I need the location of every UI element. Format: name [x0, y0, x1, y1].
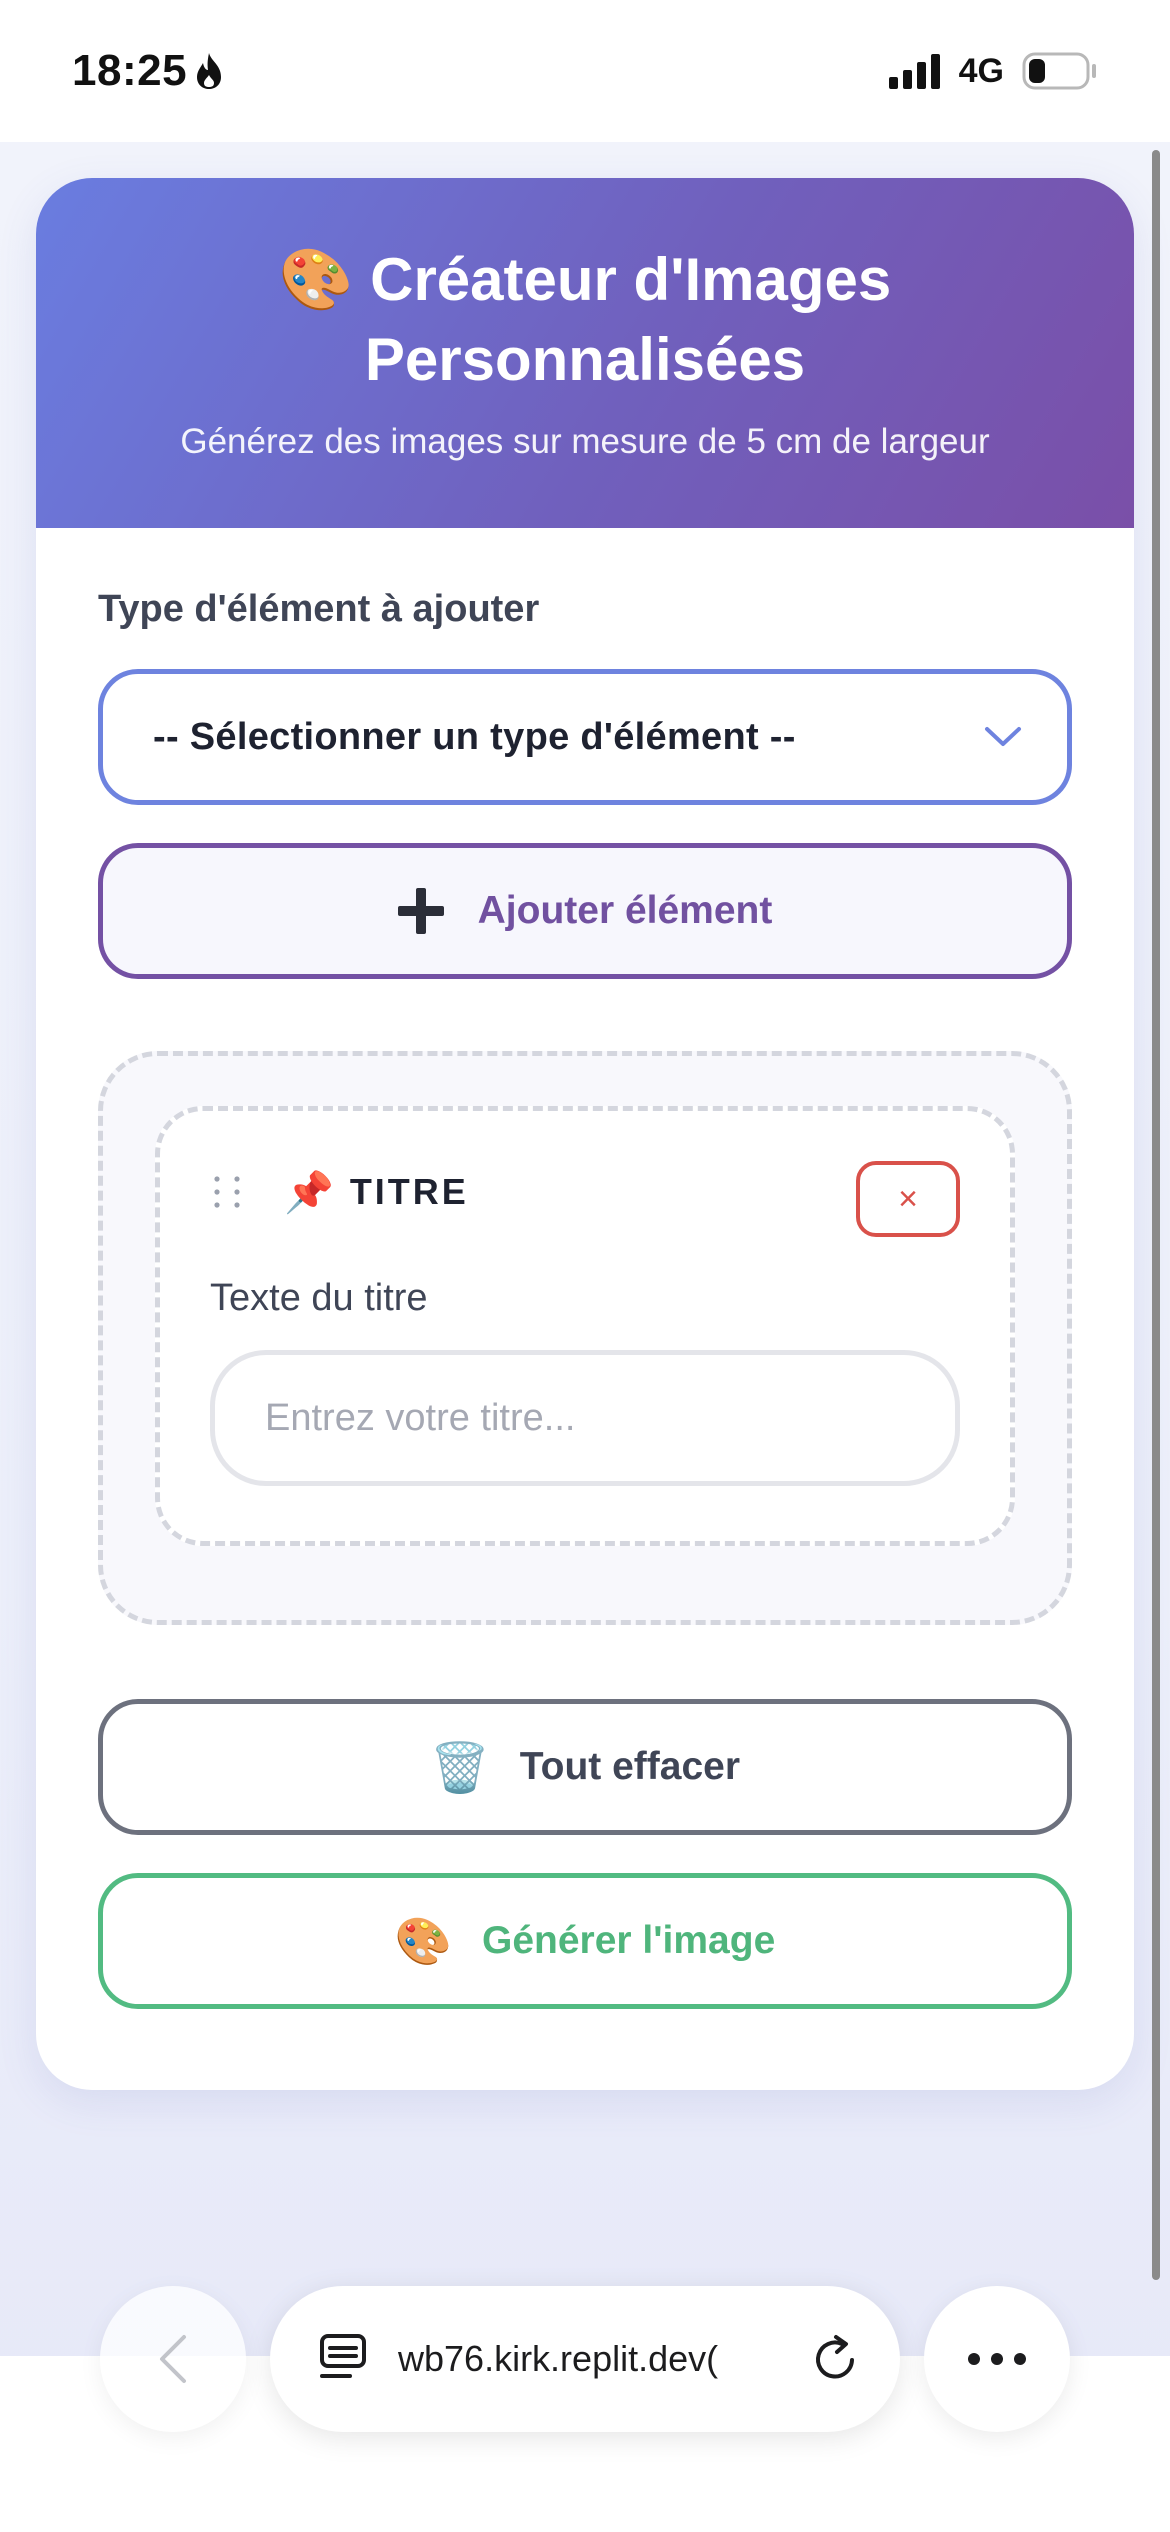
element-type-selected: -- Sélectionner un type d'élément -- — [153, 715, 796, 758]
signal-icon — [888, 54, 940, 89]
pin-icon: 📌 — [284, 1170, 334, 1215]
generate-image-label: Générer l'image — [482, 1919, 776, 1962]
page-title: 🎨 Créateur d'Images Personnalisées — [278, 246, 892, 393]
status-right: 4G — [888, 51, 1098, 91]
palette-icon: 🎨 — [394, 1914, 453, 1967]
drag-handle-icon[interactable] — [210, 1174, 244, 1210]
url-text: )wb76.kirk.replit.dev — [398, 2338, 719, 2379]
close-icon: × — [898, 1179, 918, 1218]
back-arrow-icon — [160, 2335, 186, 2383]
network-label: 4G — [958, 51, 1004, 90]
flame-icon — [197, 53, 222, 89]
back-button[interactable] — [100, 2286, 246, 2432]
creator-card: 🎨 Créateur d'Images Personnalisées Génér… — [36, 178, 1134, 2090]
card-body: Type d'élément à ajouter -- Sélectionner… — [36, 528, 1134, 2009]
add-element-button[interactable]: Ajouter élément — [98, 843, 1072, 979]
title-text-input[interactable] — [210, 1350, 960, 1486]
element-header: 📌 TITRE — [210, 1159, 960, 1225]
page-subtitle: Générez des images sur mesure de 5 cm de… — [180, 422, 990, 461]
element-item-title: 📌 TITRE × Texte du titre — [155, 1106, 1015, 1546]
url-bar[interactable]: )wb76.kirk.replit.dev — [270, 2286, 900, 2432]
remove-element-button[interactable]: × — [856, 1161, 960, 1237]
status-time: 18:25 — [72, 46, 188, 95]
element-type-label: Type d'élément à ajouter — [98, 588, 540, 630]
trash-icon: 🗑️ — [429, 1741, 490, 1795]
clear-all-button[interactable]: 🗑️ Tout effacer — [98, 1699, 1072, 1835]
more-icon — [968, 2353, 1026, 2365]
element-type-select[interactable]: -- Sélectionner un type d'élément -- — [98, 669, 1072, 805]
screen: 18:25 4G 🎨 Créateur d'Images Personnalis… — [0, 0, 1170, 2532]
status-time-group: 18:25 — [72, 46, 225, 96]
battery-icon — [1022, 52, 1096, 90]
element-type-name: TITRE — [349, 1171, 469, 1212]
add-element-label: Ajouter élément — [477, 889, 773, 932]
more-button[interactable] — [924, 2286, 1070, 2432]
title-text-label: Texte du titre — [210, 1277, 428, 1319]
status-bar: 18:25 4G — [0, 0, 1170, 142]
reload-icon[interactable] — [812, 2334, 860, 2384]
chevron-down-icon — [985, 727, 1021, 746]
card-header: 🎨 Créateur d'Images Personnalisées Génér… — [36, 178, 1134, 528]
plus-icon — [397, 888, 444, 934]
clear-all-label: Tout effacer — [519, 1745, 741, 1788]
generate-image-button[interactable]: 🎨 Générer l'image — [98, 1873, 1072, 2009]
tabs-icon — [320, 2334, 366, 2378]
page-content[interactable]: 🎨 Créateur d'Images Personnalisées Génér… — [0, 142, 1170, 2532]
scrollbar[interactable] — [1152, 150, 1160, 2280]
elements-container: 📌 TITRE × Texte du titre — [98, 1051, 1072, 1625]
